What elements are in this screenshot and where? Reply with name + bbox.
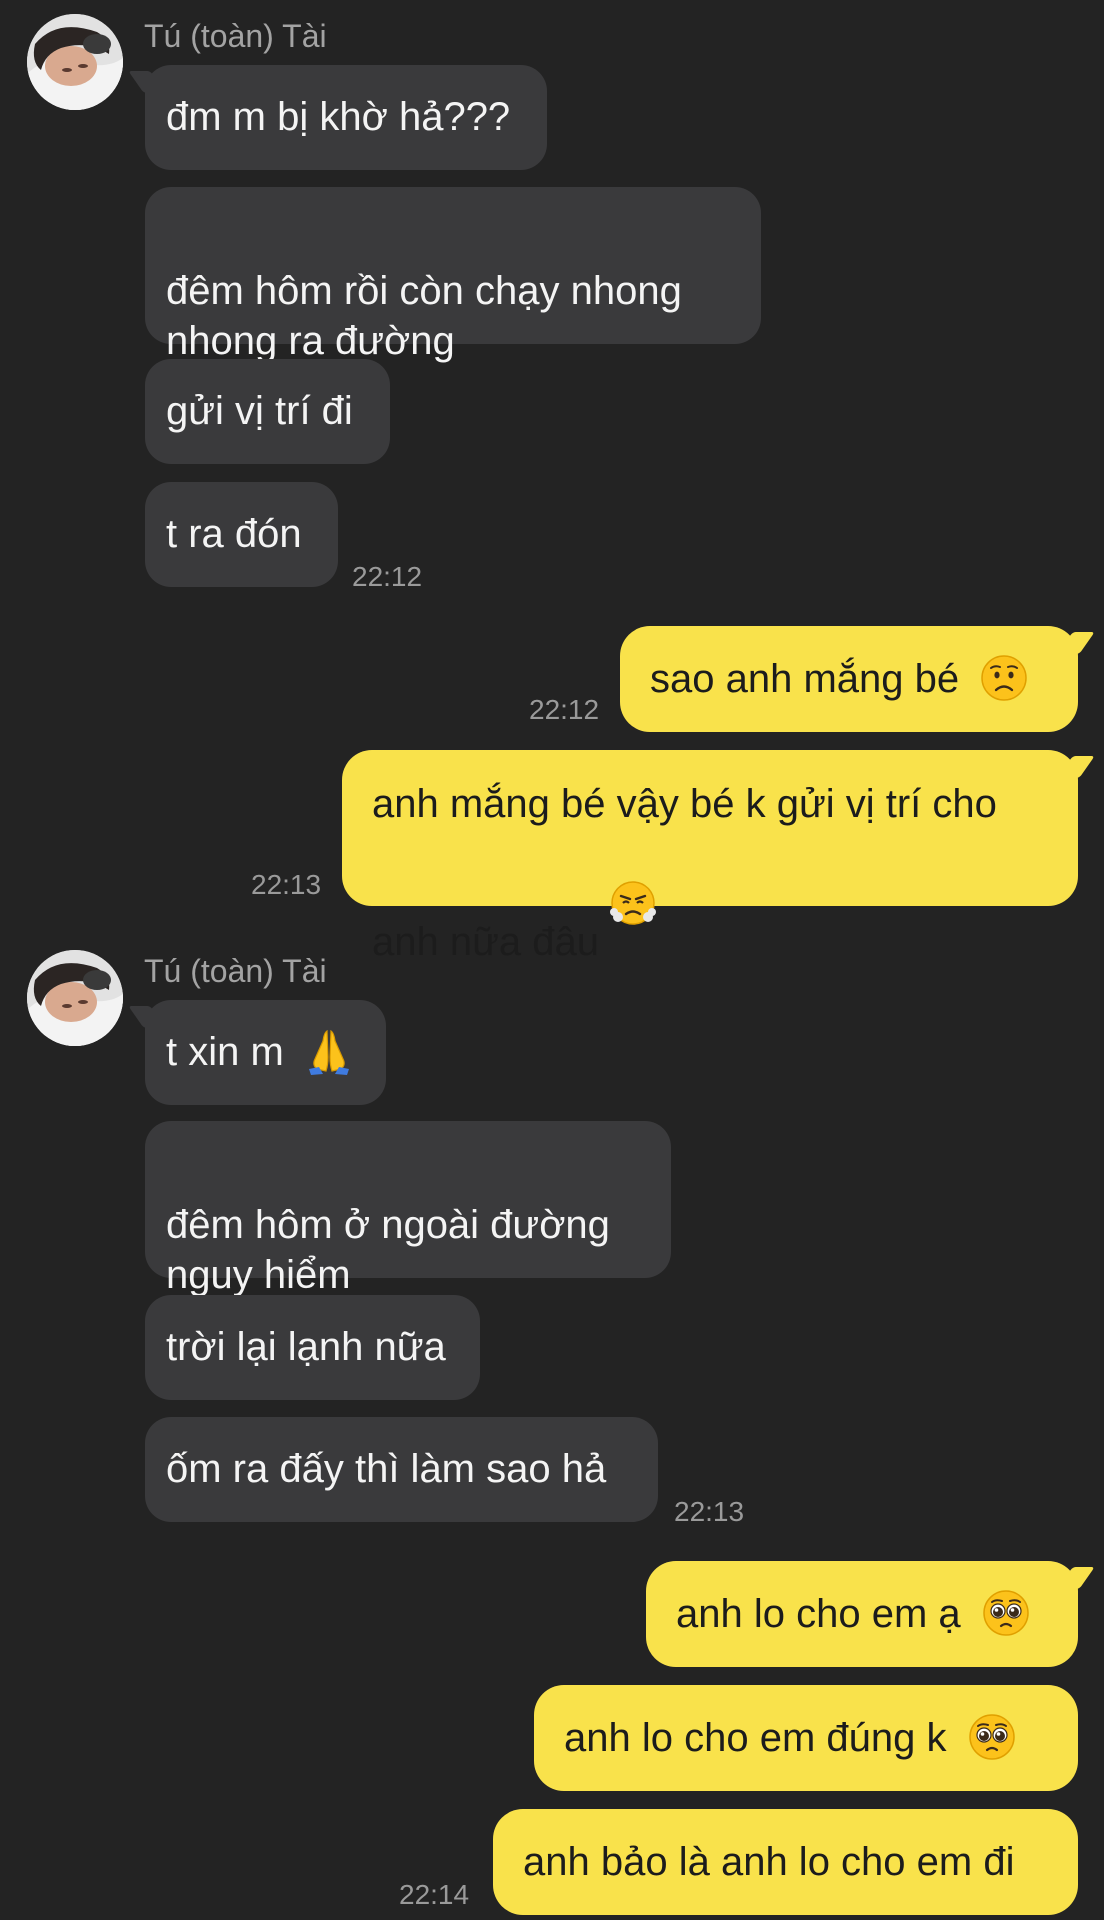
message-text: anh lo cho em đúng k	[564, 1716, 947, 1760]
message-bubble-outgoing[interactable]: sao anh mắng bé	[620, 626, 1078, 732]
sender-name: Tú (toàn) Tài	[144, 953, 327, 989]
worried-face-emoji	[980, 654, 1028, 702]
message-text: sao anh mắng bé	[650, 657, 960, 701]
message-text: gửi vị trí đi	[166, 389, 353, 433]
message-bubble-outgoing[interactable]: anh mắng bé vậy bé k gửi vị trí cho anh …	[342, 750, 1078, 964]
message-bubble-outgoing[interactable]: anh lo cho em ạ	[646, 1561, 1078, 1667]
message-timestamp: 22:13	[251, 869, 322, 900]
message-text: t ra đón	[166, 512, 302, 556]
message-bubble-incoming[interactable]: trời lại lạnh nữa	[145, 1295, 480, 1400]
message-text: anh lo cho em ạ	[676, 1592, 961, 1636]
message-text: anh mắng bé vậy bé k gửi vị trí cho anh …	[372, 782, 997, 964]
folded-hands-emoji	[305, 1027, 353, 1075]
message-timestamp: 22:13	[674, 1496, 745, 1527]
message-bubble-incoming[interactable]: gửi vị trí đi	[145, 359, 390, 464]
message-text: trời lại lạnh nữa	[166, 1325, 446, 1369]
message-bubble-outgoing[interactable]: anh lo cho em đúng k	[534, 1685, 1078, 1791]
message-text: đm m bị khờ hả???	[166, 95, 511, 139]
pleading-face-emoji	[968, 1713, 1016, 1761]
message-text: anh bảo là anh lo cho em đi	[523, 1840, 1015, 1884]
contact-avatar[interactable]	[27, 14, 123, 110]
message-text: t xin m	[166, 1030, 284, 1074]
avatar-photo-icon	[27, 14, 123, 110]
avatar-photo-icon	[27, 950, 123, 1046]
message-bubble-incoming[interactable]: ốm ra đấy thì làm sao hả	[145, 1417, 658, 1522]
message-timestamp: 22:12	[529, 694, 600, 725]
message-bubble-incoming[interactable]: t ra đón	[145, 482, 338, 587]
pleading-face-emoji	[982, 1589, 1030, 1637]
message-bubble-incoming[interactable]: t xin m	[145, 1000, 386, 1105]
contact-avatar[interactable]	[27, 950, 123, 1046]
message-timestamp: 22:14	[399, 1879, 470, 1910]
message-text: ốm ra đấy thì làm sao hả	[166, 1447, 607, 1491]
message-bubble-incoming[interactable]: đêm hôm ở ngoài đường nguy hiểm	[145, 1121, 671, 1297]
message-timestamp: 22:12	[352, 561, 423, 592]
message-bubble-incoming[interactable]: đêm hôm rồi còn chạy nhong nhong ra đườn…	[145, 187, 761, 363]
steam-from-nose-emoji	[609, 829, 657, 925]
message-text: đêm hôm rồi còn chạy nhong nhong ra đườn…	[166, 269, 682, 363]
message-text: đêm hôm ở ngoài đường nguy hiểm	[166, 1203, 610, 1297]
message-bubble-incoming[interactable]: đm m bị khờ hả???	[145, 65, 547, 170]
message-bubble-outgoing[interactable]: anh bảo là anh lo cho em đi	[493, 1809, 1078, 1915]
sender-name: Tú (toàn) Tài	[144, 18, 327, 54]
